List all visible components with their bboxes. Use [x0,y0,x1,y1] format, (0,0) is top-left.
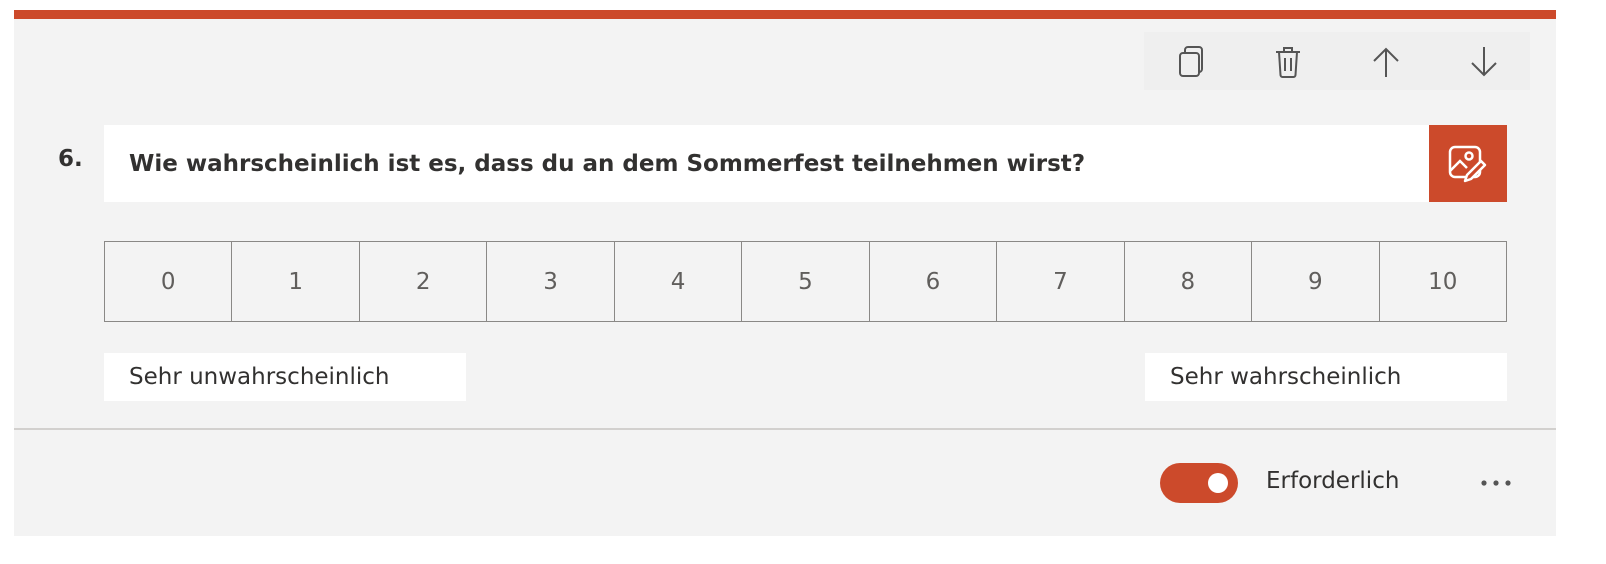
question-toolbar [1144,32,1530,90]
image-edit-icon [1448,145,1487,182]
scale-option-4[interactable]: 4 [615,242,743,321]
scale-option-1[interactable]: 1 [232,242,360,321]
scale-option-2[interactable]: 2 [360,242,488,321]
scale-option-8[interactable]: 8 [1125,242,1253,321]
arrow-down-icon [1471,47,1497,77]
question-card: 6. Wie wahrscheinlich ist es, dass du an… [14,10,1556,536]
accent-bar [14,10,1556,19]
question-number: 6. [58,146,83,172]
move-down-button[interactable] [1464,42,1504,82]
scale-option-6[interactable]: 6 [870,242,998,321]
required-label: Erforderlich [1266,468,1400,494]
insert-image-button[interactable] [1429,125,1507,202]
question-title-input[interactable]: Wie wahrscheinlich ist es, dass du an de… [104,125,1429,202]
high-label-text: Sehr wahrscheinlich [1170,364,1402,390]
scale-option-9[interactable]: 9 [1252,242,1380,321]
high-label-input[interactable]: Sehr wahrscheinlich [1145,353,1507,401]
scale-option-5[interactable]: 5 [742,242,870,321]
scale-option-0[interactable]: 0 [105,242,233,321]
rating-scale: 0 1 2 3 4 5 6 7 8 9 10 [104,241,1507,322]
arrow-up-icon [1373,47,1399,77]
more-options-button[interactable] [1474,468,1518,498]
scale-option-7[interactable]: 7 [997,242,1125,321]
more-icon [1481,480,1511,486]
footer-divider [14,428,1556,430]
question-title-text: Wie wahrscheinlich ist es, dass du an de… [129,150,1086,177]
low-label-text: Sehr unwahrscheinlich [129,364,390,390]
delete-button[interactable] [1268,42,1308,82]
required-toggle[interactable] [1160,463,1238,503]
scale-option-10[interactable]: 10 [1380,242,1506,321]
move-up-button[interactable] [1366,42,1406,82]
copy-icon [1179,46,1203,77]
low-label-input[interactable]: Sehr unwahrscheinlich [104,353,466,401]
copy-button[interactable] [1171,42,1211,82]
trash-icon [1276,47,1300,78]
scale-option-3[interactable]: 3 [487,242,615,321]
toggle-knob [1208,473,1228,493]
